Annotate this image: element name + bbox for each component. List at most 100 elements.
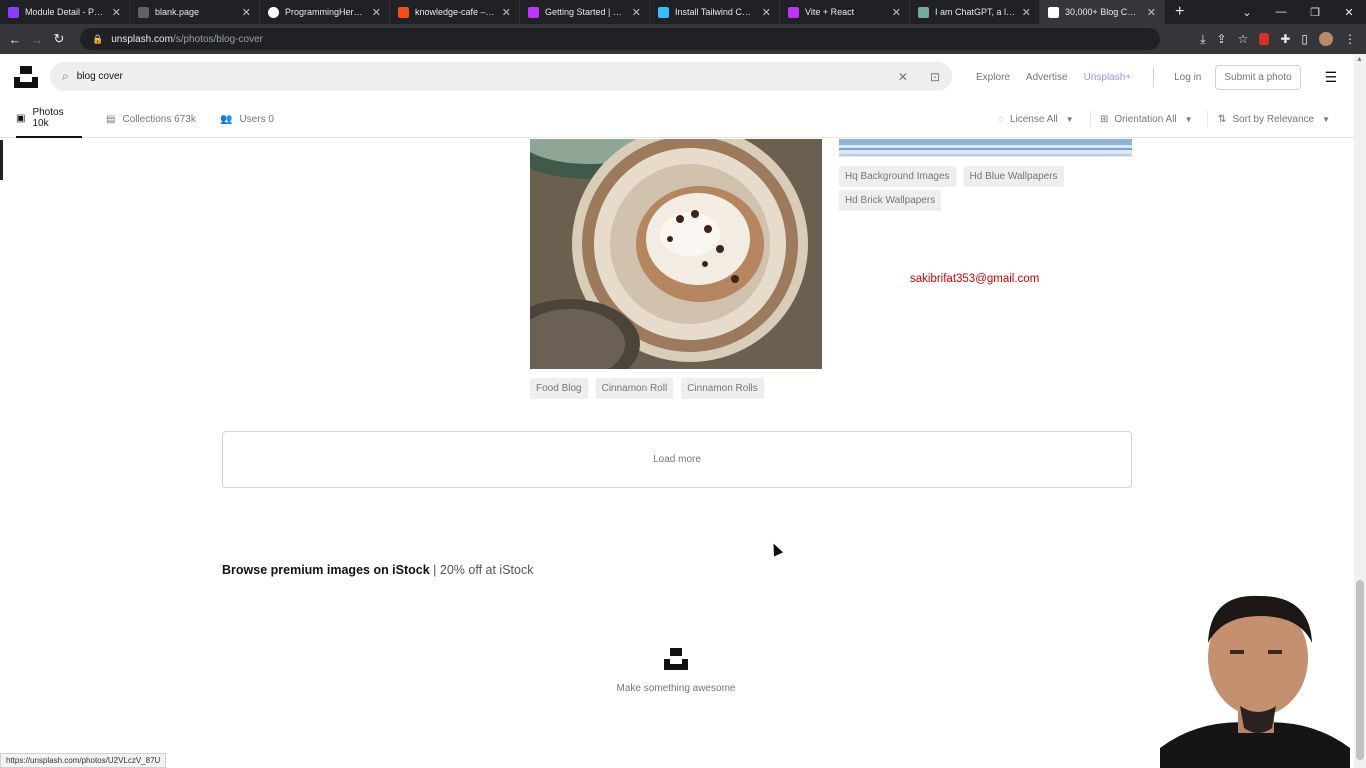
tab-users[interactable]: 👥 Users 0 — [220, 100, 274, 138]
close-tab-icon[interactable]: ✕ — [632, 6, 641, 19]
tab-collections[interactable]: ▤ Collections 673k — [106, 100, 196, 138]
users-icon: 👥 — [220, 113, 233, 125]
close-tab-icon[interactable]: ✕ — [762, 6, 771, 19]
tag-chip[interactable]: Hq Background Images — [839, 166, 956, 187]
unsplash-footer-logo-icon[interactable] — [664, 648, 688, 670]
visual-search-icon[interactable]: ⊡ — [930, 70, 940, 84]
tab-photos[interactable]: ▣ Photos 10k — [16, 100, 82, 138]
photo-brick-wallpaper[interactable] — [839, 139, 1132, 157]
page-scrollbar[interactable]: ▲ — [1354, 54, 1366, 768]
site-header: ⌕ blog cover ✕ ⊡ Explore Advertise Unspl… — [0, 54, 1366, 100]
scrollbar-thumb[interactable] — [1356, 580, 1364, 760]
collection-icon: ▤ — [106, 113, 116, 125]
new-tab-button[interactable]: + — [1165, 3, 1194, 21]
orientation-filter[interactable]: ⊞ Orientation All ▼ — [1100, 100, 1193, 138]
unsplash-logo-icon[interactable] — [14, 66, 38, 88]
license-icon: ◌ — [998, 113, 1004, 125]
side-tags-row-1: Hq Background Images Hd Blue Wallpapers — [839, 166, 1064, 187]
hamburger-menu-icon[interactable]: ☰ — [1325, 69, 1338, 86]
explore-link[interactable]: Explore — [976, 72, 1010, 83]
reload-icon[interactable]: ↻ — [48, 31, 70, 47]
browser-tab[interactable]: ProgrammingHero1/A ✕ — [260, 0, 390, 24]
address-bar-row: ← → ↻ 🔒 unsplash.com/s/photos/blog-cover… — [0, 24, 1366, 54]
tailwind-icon — [658, 6, 669, 18]
advertise-link[interactable]: Advertise — [1026, 72, 1068, 83]
load-more-button[interactable]: Load more — [222, 431, 1132, 488]
search-bar[interactable]: ⌕ blog cover ✕ ⊡ — [50, 62, 952, 91]
filter-divider — [1207, 111, 1208, 127]
browser-tab[interactable]: Getting Started | Vite ✕ — [520, 0, 650, 24]
unsplash-favicon-icon — [1048, 6, 1059, 18]
browser-tab[interactable]: Vite + React ✕ — [780, 0, 910, 24]
sort-label: Sort by Relevance — [1232, 113, 1315, 125]
close-tab-icon[interactable]: ✕ — [892, 6, 901, 19]
back-icon[interactable]: ← — [4, 32, 26, 47]
tab-photos-label: Photos 10k — [32, 107, 64, 129]
minimize-icon[interactable]: — — [1264, 6, 1298, 18]
forward-icon[interactable]: → — [26, 32, 48, 47]
bookmark-star-icon[interactable]: ☆ — [1238, 32, 1249, 46]
status-bar-url: https://unsplash.com/photos/U2VLczV_87U — [0, 753, 167, 768]
chevron-down-icon: ▼ — [1322, 114, 1331, 124]
submit-photo-button[interactable]: Submit a photo — [1215, 64, 1301, 90]
vite-icon — [528, 6, 539, 18]
side-panel-icon[interactable]: ▯ — [1301, 32, 1308, 46]
photo-icon: ▣ — [16, 112, 26, 124]
tag-chip[interactable]: Hd Blue Wallpapers — [963, 166, 1064, 187]
profile-avatar[interactable] — [1319, 32, 1333, 46]
photo-cinnamon-roll[interactable] — [530, 139, 822, 369]
url-path: /s/photos/blog-cover — [172, 33, 263, 45]
tab-title: knowledge-cafe – Fig — [415, 7, 496, 17]
webcam-overlay — [1160, 588, 1350, 768]
tag-chip[interactable]: Food Blog — [530, 378, 588, 399]
tab-title: blank.page — [155, 7, 200, 17]
url-field[interactable]: 🔒 unsplash.com/s/photos/blog-cover — [80, 28, 1160, 50]
tag-chip[interactable]: Hd Brick Wallpapers — [839, 190, 942, 211]
clear-search-icon[interactable]: ✕ — [898, 70, 908, 84]
close-tab-icon[interactable]: ✕ — [1022, 6, 1031, 19]
sort-filter[interactable]: ⇅ Sort by Relevance ▼ — [1218, 100, 1330, 138]
tag-chip[interactable]: Cinnamon Rolls — [681, 378, 764, 399]
login-link[interactable]: Log in — [1174, 72, 1201, 83]
browser-tab[interactable]: knowledge-cafe – Fig ✕ — [390, 0, 520, 24]
extensions-area: ⤓ ⇪ ☆ ✚ ▯ ⋮ — [1200, 24, 1356, 54]
share-icon[interactable]: ⇪ — [1217, 32, 1227, 46]
browser-tab[interactable]: Install Tailwind CSS wi ✕ — [650, 0, 780, 24]
tab-collections-label: Collections 673k — [122, 113, 196, 125]
browser-tab[interactable]: I am ChatGPT, a large ✕ — [910, 0, 1040, 24]
browser-menu-icon[interactable]: ⋮ — [1344, 32, 1356, 46]
close-tab-icon[interactable]: ✕ — [372, 6, 381, 19]
tag-chip[interactable]: Cinnamon Roll — [595, 378, 674, 399]
install-icon[interactable]: ⤓ — [1200, 32, 1205, 47]
istock-promo-link[interactable]: Browse premium images on iStock | 20% of… — [222, 563, 533, 577]
close-tab-icon[interactable]: ✕ — [502, 6, 511, 19]
browser-tab-active[interactable]: 30,000+ Blog Cover Pi ✕ — [1040, 0, 1165, 24]
browser-tab-bar: Module Detail - Progra ✕ blank.page ✕ Prog… — [0, 0, 1366, 24]
sort-icon: ⇅ — [1218, 113, 1227, 125]
tab-title: Install Tailwind CSS wi — [675, 7, 756, 17]
extensions-puzzle-icon[interactable]: ✚ — [1280, 32, 1290, 46]
close-tab-icon[interactable]: ✕ — [112, 6, 121, 19]
mouse-cursor-icon — [768, 541, 784, 557]
tab-favicon-icon — [138, 6, 149, 18]
figma-icon — [398, 6, 409, 18]
browser-tab[interactable]: blank.page ✕ — [130, 0, 260, 24]
close-tab-icon[interactable]: ✕ — [1147, 6, 1156, 19]
close-window-icon[interactable]: ✕ — [1332, 6, 1366, 19]
search-input[interactable]: blog cover — [77, 71, 898, 82]
search-icon[interactable]: ⌕ — [62, 69, 69, 84]
close-tab-icon[interactable]: ✕ — [242, 6, 251, 19]
license-label: License All — [1009, 113, 1058, 125]
extension-red-icon[interactable] — [1259, 33, 1270, 45]
orientation-label: Orientation All — [1114, 113, 1177, 125]
chevron-down-icon: ▼ — [1065, 114, 1074, 124]
license-filter[interactable]: ◌ License All ▼ — [998, 100, 1074, 138]
restore-icon[interactable]: ❐ — [1298, 6, 1332, 19]
unsplash-plus-link[interactable]: Unsplash+ — [1084, 72, 1132, 83]
scroll-up-icon[interactable]: ▲ — [1356, 56, 1363, 63]
tab-favicon-icon — [8, 6, 19, 18]
browser-tab[interactable]: Module Detail - Progra ✕ — [0, 0, 130, 24]
footer-tagline: Make something awesome — [616, 683, 736, 694]
tab-title: ProgrammingHero1/A — [285, 7, 366, 17]
tab-search-icon[interactable]: ⌄ — [1230, 6, 1264, 19]
